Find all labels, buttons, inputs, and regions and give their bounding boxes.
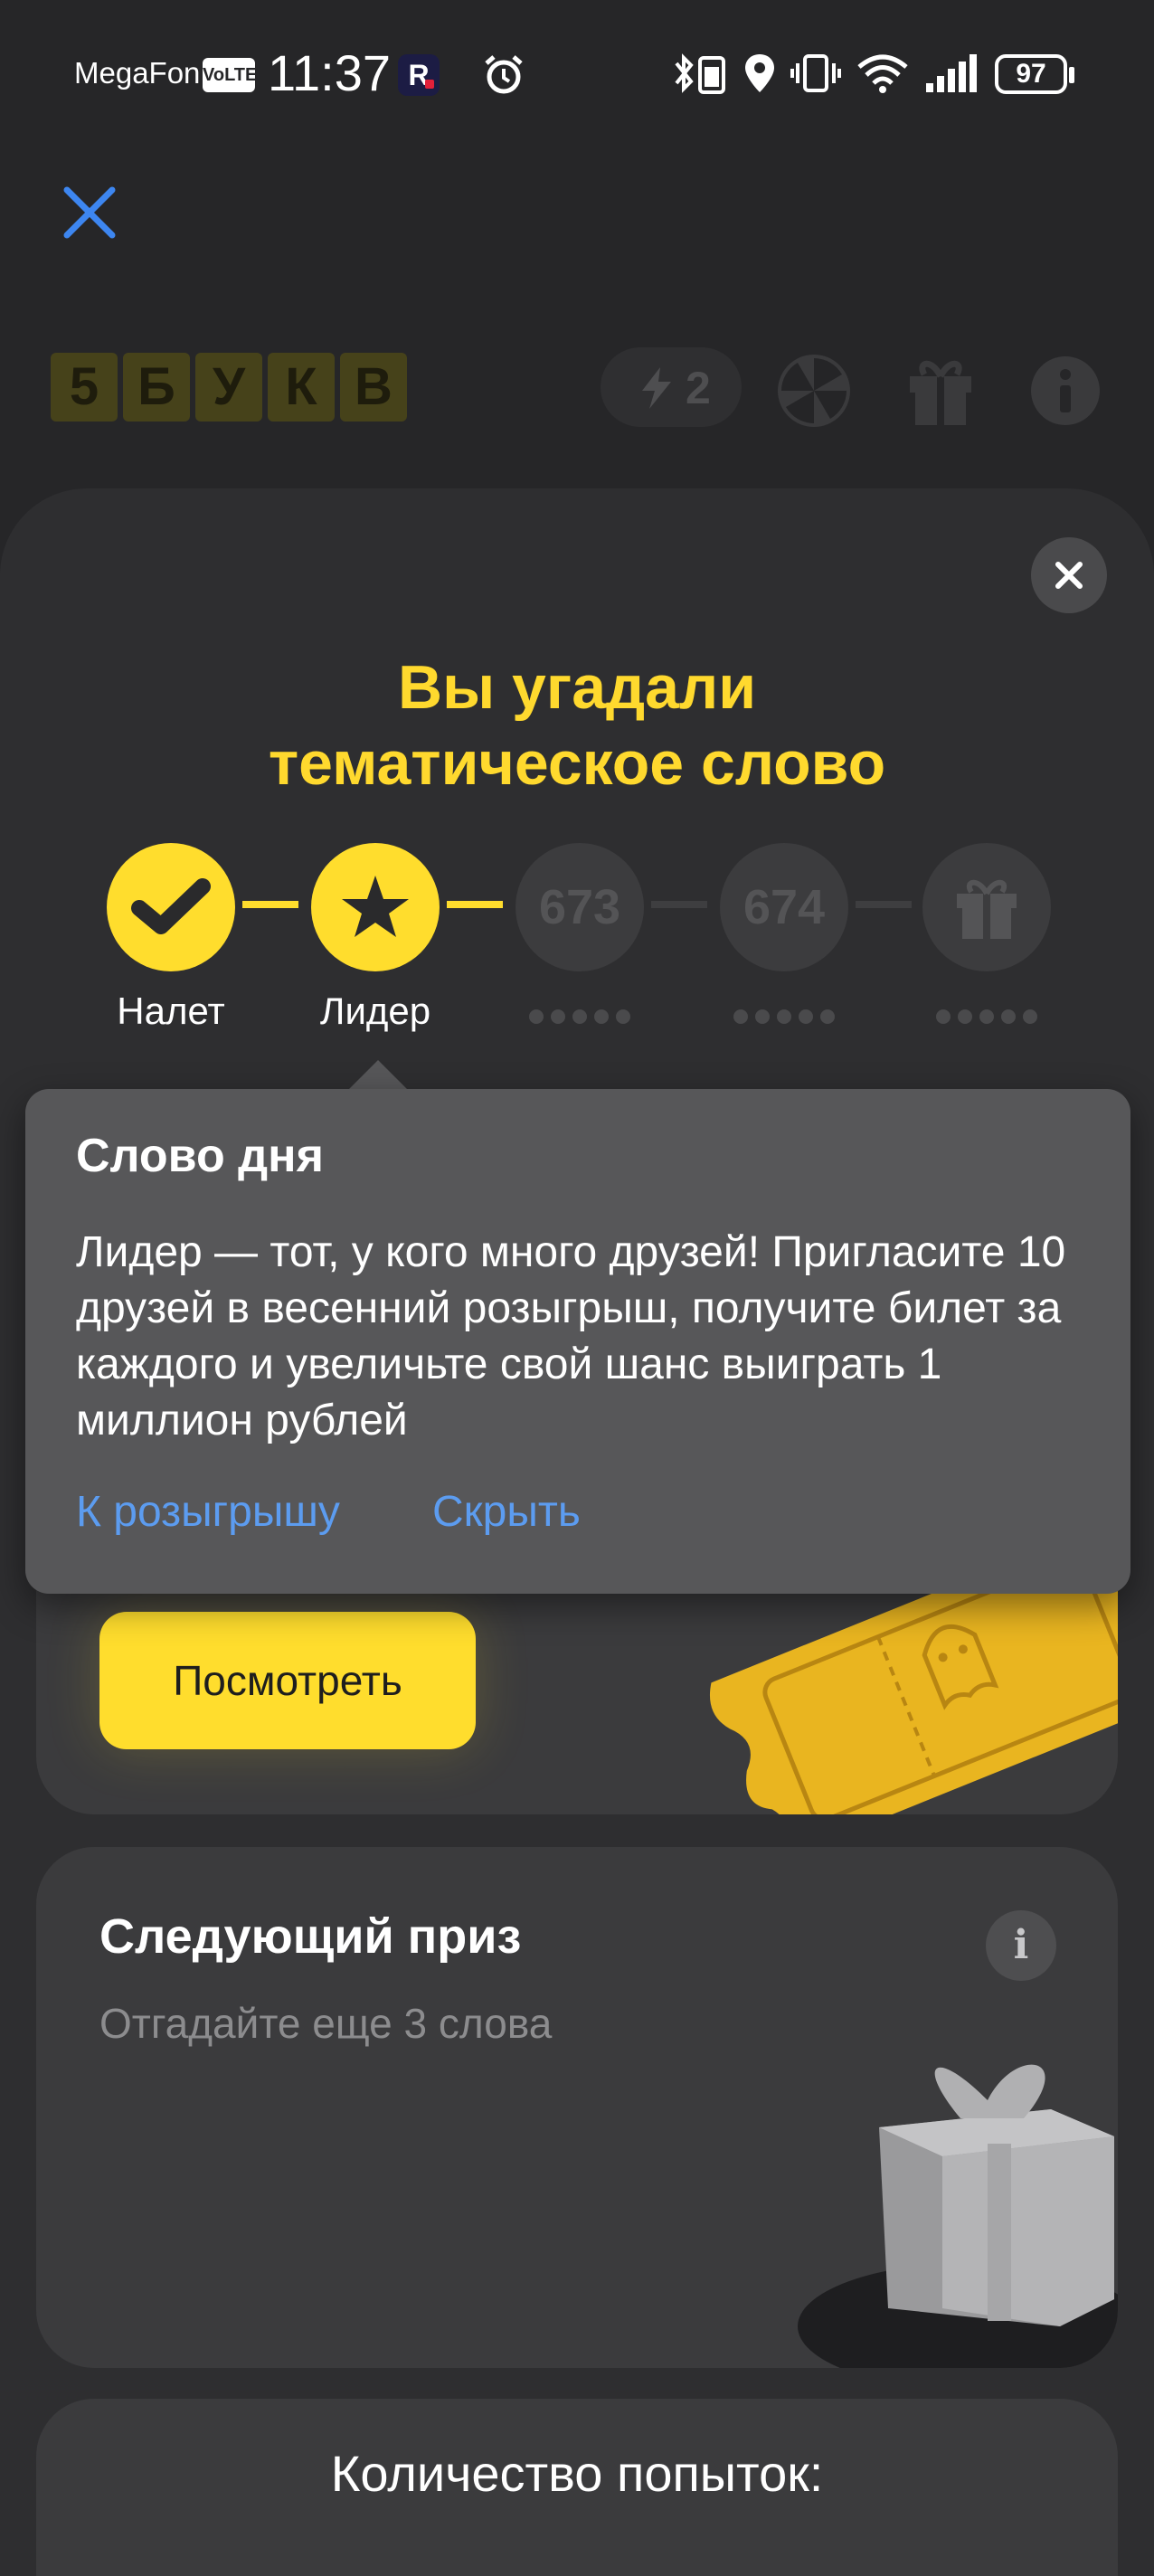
close-icon[interactable] (58, 181, 121, 244)
next-prize-title: Следующий приз (99, 1909, 522, 1964)
progress-step-1 (107, 843, 235, 971)
logo-letter: 5 (51, 353, 118, 421)
clock: 11:37 (268, 44, 391, 101)
title-line: Вы угадали (397, 653, 756, 722)
check-icon (131, 878, 211, 934)
progress-connector (651, 901, 707, 908)
tooltip-title: Слово дня (76, 1130, 324, 1182)
logo-letter: В (340, 353, 407, 421)
app-logo: 5 Б У К В (51, 353, 407, 421)
gift-icon[interactable] (904, 353, 977, 429)
progress-step-2 (311, 843, 440, 971)
logo-letter: Б (123, 353, 190, 421)
tooltip-arrow (347, 1060, 409, 1091)
logo-letter: У (195, 353, 262, 421)
go-to-draw-link[interactable]: К розыгрышу (76, 1487, 340, 1537)
bluetooth-battery-icon (675, 53, 725, 94)
star-icon (342, 876, 409, 937)
wifi-icon (857, 54, 908, 93)
location-icon (745, 54, 774, 92)
volte-badge: VoLTE (203, 58, 257, 92)
energy-counter[interactable]: 2 (601, 347, 742, 427)
progress-step-3: 673 (516, 843, 644, 971)
status-bar: MegaFon VoLTE 11:37 R 97 (0, 0, 1154, 145)
progress-step-4: 674 (720, 843, 848, 971)
progress-connector (856, 901, 912, 908)
vibrate-icon (790, 54, 841, 92)
gift-box-illustration (798, 2064, 1118, 2368)
step-placeholder-dots (720, 1009, 848, 1024)
title-line: тематическое слово (268, 729, 886, 798)
logo-letter: К (268, 353, 335, 421)
wheel-icon[interactable] (776, 353, 852, 429)
next-prize-subtitle: Отгадайте еще 3 слова (99, 2000, 553, 2047)
attempts-title: Количество попыток: (330, 2445, 824, 2502)
step-placeholder-dots (922, 1009, 1051, 1024)
app-notification-icon: R (398, 54, 440, 96)
step-label: Налет (117, 990, 225, 1032)
sheet-title: Вы угадали тематическое слово (0, 649, 1154, 801)
tooltip-body: Лидер — тот, у кого много друзей! Пригла… (76, 1228, 1066, 1444)
view-reward-button[interactable]: Посмотреть (99, 1612, 476, 1749)
gift-icon (957, 879, 1017, 939)
step-label: Лидер (319, 990, 431, 1032)
progress-step-5 (922, 843, 1051, 971)
progress-connector (242, 901, 298, 908)
next-prize-info-button[interactable]: i (986, 1910, 1056, 1981)
sheet-close-button[interactable] (1031, 537, 1107, 613)
hide-tooltip-link[interactable]: Скрыть (432, 1487, 581, 1537)
carrier-name: MegaFon (74, 56, 201, 90)
step-placeholder-dots (516, 1009, 644, 1024)
progress-connector (447, 901, 503, 908)
battery-indicator: 97 (995, 54, 1074, 94)
lightning-icon (642, 367, 671, 409)
alarm-icon (485, 55, 523, 94)
info-icon[interactable] (1029, 355, 1102, 427)
energy-count: 2 (686, 363, 711, 413)
signal-icon (926, 54, 977, 92)
